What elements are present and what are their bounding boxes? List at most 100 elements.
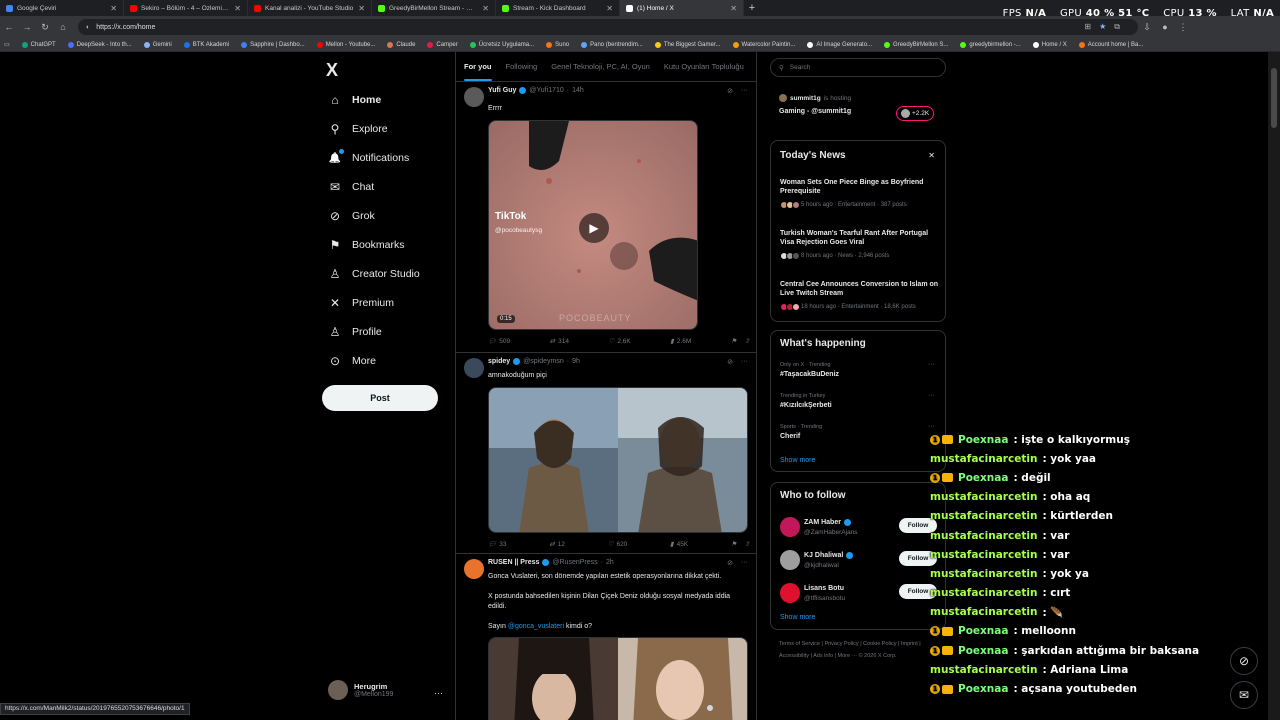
bookmark-icon[interactable]: ⚑ <box>731 540 737 548</box>
browser-tab[interactable]: Kanal analizi - YouTube Studio ✕ <box>248 0 372 16</box>
browser-tab[interactable]: GreedyBirMellon Stream - Watch Liv... ✕ <box>372 0 496 16</box>
tweet-avatar[interactable] <box>464 358 484 378</box>
tab-close-icon[interactable]: ✕ <box>482 4 489 13</box>
extensions-icon[interactable]: ⧉ <box>1114 22 1120 32</box>
scrollbar-thumb[interactable] <box>1271 68 1277 128</box>
footer-links[interactable]: Terms of Service | Privacy Policy | Cook… <box>779 638 939 662</box>
nav-item-more[interactable]: ⊙ More <box>328 351 376 371</box>
tweet-author-name[interactable]: spidey <box>488 358 510 365</box>
post-button[interactable]: Post <box>322 385 438 411</box>
tweet-images[interactable] <box>488 637 748 720</box>
tweet-image-right[interactable] <box>618 388 747 533</box>
chat-float-icon[interactable]: ✉ <box>1230 681 1258 709</box>
url-text[interactable]: https://x.com/home <box>96 24 155 31</box>
forward-icon[interactable]: → <box>18 22 36 32</box>
mention-link[interactable]: @gonca_vuslateri <box>508 623 564 630</box>
tab-close-icon[interactable]: ✕ <box>730 4 737 13</box>
account-switcher[interactable]: Herugrim @Mellon199 <box>328 680 393 700</box>
nav-item-notifications[interactable]: 🔔 Notifications <box>328 148 409 168</box>
browser-menu-icon[interactable]: ⋮ <box>1174 22 1192 33</box>
news-headline[interactable]: Turkish Woman's Tearful Rant After Portu… <box>780 229 940 247</box>
trend-name[interactable]: Cherif <box>780 433 800 440</box>
bookmark-item[interactable]: DeepSeek - Into th... <box>67 41 132 48</box>
tab-community-boardgames[interactable]: Kutu Oyunları Topluluğu <box>664 62 744 71</box>
suggestion-name[interactable]: ZAM Haber <box>804 519 851 526</box>
tweet-time[interactable]: 9h <box>572 358 580 365</box>
download-icon[interactable]: ⇩ <box>1138 22 1156 33</box>
bookmark-item[interactable]: Suno <box>546 41 569 48</box>
bookmark-item[interactable]: Pano (bentrendim... <box>581 41 643 48</box>
bookmark-item[interactable]: BTK Akademi <box>183 41 229 48</box>
host-name[interactable]: summit1g <box>790 95 821 102</box>
bookmark-item[interactable]: Sapphire | Dashbo... <box>241 41 305 48</box>
grok-float-icon[interactable]: ⊘ <box>1230 647 1258 675</box>
suggestion-avatar[interactable] <box>780 517 800 537</box>
suggestion-name[interactable]: KJ Dhaliwal <box>804 552 854 559</box>
tweet-author-handle[interactable]: @RusenPress <box>552 559 597 566</box>
search-input[interactable]: ⚲ Search <box>770 58 946 77</box>
site-info-icon[interactable]: ◐ <box>86 24 90 31</box>
grok-explain-icon[interactable]: ⊘ <box>727 358 733 366</box>
live-host-card[interactable]: summit1g is hosting Gaming - @summit1g +… <box>770 82 946 130</box>
profile-avatar-icon[interactable]: ● <box>1156 22 1174 32</box>
suggestion-avatar[interactable] <box>780 583 800 603</box>
new-tab-button[interactable]: + <box>744 2 760 14</box>
share-icon[interactable]: ⇧ <box>745 540 750 548</box>
bookmark-item[interactable]: Camper <box>427 41 458 48</box>
news-headline[interactable]: Woman Sets One Piece Binge as Boyfriend … <box>780 178 940 196</box>
nav-item-grok[interactable]: ⊘ Grok <box>328 206 375 226</box>
show-more-link[interactable]: Show more <box>780 457 815 464</box>
bookmark-item[interactable]: The Biggest Gamer... <box>654 41 721 48</box>
views-button[interactable]: ▮ 45K <box>670 540 688 549</box>
play-button-icon[interactable]: ▶ <box>579 213 609 243</box>
tab-close-icon[interactable]: ✕ <box>358 4 365 13</box>
tweet-image-left[interactable] <box>489 388 618 533</box>
like-button[interactable]: ♡ 2.6K <box>609 337 631 346</box>
tweet-image-left[interactable] <box>489 638 618 720</box>
tweet-time[interactable]: 14h <box>572 87 584 94</box>
bookmark-item[interactable]: Claude <box>387 41 415 48</box>
trend-more-icon[interactable]: ··· <box>928 361 935 368</box>
tab-close-icon[interactable]: ✕ <box>606 4 613 13</box>
trend-name[interactable]: #TaşacakBuDeniz <box>780 371 839 378</box>
bookmark-item[interactable]: ChatGPT <box>21 41 56 48</box>
reply-button[interactable]: 💬︎ 33 <box>488 540 507 549</box>
bookmark-item[interactable]: Ücretsiz Uygulama... <box>469 41 534 48</box>
bookmark-item[interactable]: Account home | Ba... <box>1078 41 1143 48</box>
bookmark-item[interactable]: Mellon - Youtube... <box>316 41 375 48</box>
tweet[interactable]: spidey @spideymsn · 9h ⊘ ··· amnakoduğum… <box>456 354 756 554</box>
bookmark-item[interactable]: Gemini <box>143 41 172 48</box>
tweet-author-name[interactable]: RUSEN || Press <box>488 559 539 566</box>
back-icon[interactable]: ← <box>0 22 18 32</box>
tab-community-tech[interactable]: Genel Teknoloji, PC, AI, Oyun <box>551 62 650 71</box>
news-headline[interactable]: Central Cee Announces Conversion to Isla… <box>780 280 940 298</box>
tweet-avatar[interactable] <box>464 559 484 579</box>
tweet-author-handle[interactable]: @spideymsn <box>523 358 564 365</box>
repost-button[interactable]: ⇄ 314 <box>550 337 569 346</box>
like-button[interactable]: ♡ 620 <box>608 540 628 549</box>
suggestion-name[interactable]: Lisans Botu <box>804 585 844 592</box>
tab-close-icon[interactable]: ✕ <box>110 4 117 13</box>
tweet-avatar[interactable] <box>464 87 484 107</box>
tweet-more-icon[interactable]: ··· <box>741 87 748 95</box>
tweet[interactable]: RUSEN || Press @RusenPress · 2h ⊘ ··· Go… <box>456 555 756 720</box>
grok-explain-icon[interactable]: ⊘ <box>727 87 733 95</box>
nav-item-home[interactable]: ⌂ Home <box>328 90 381 110</box>
trend-name[interactable]: #KızılcıkŞerbeti <box>780 402 832 409</box>
tweet-author-name[interactable]: Yufi Guy <box>488 87 516 94</box>
repost-button[interactable]: ⇄ 12 <box>549 540 565 549</box>
account-more-icon[interactable]: ··· <box>434 688 443 698</box>
browser-tab[interactable]: Stream - Kick Dashboard ✕ <box>496 0 620 16</box>
tab-for-you[interactable]: For you <box>464 62 492 81</box>
browser-tab[interactable]: (1) Home / X ✕ <box>620 0 744 16</box>
tweet-video[interactable]: TikTok @pocobeautysg ▶ POCOBEAUTY 0:15 <box>488 120 698 330</box>
nav-item-explore[interactable]: ⚲ Explore <box>328 119 388 139</box>
bookmark-item[interactable]: AI Image Generato... <box>807 41 872 48</box>
live-listeners-badge[interactable]: +2.2K <box>896 106 935 121</box>
browser-tab[interactable]: Sekiro – Bölüm - 4 – Özlemiğim !!! ✕ <box>124 0 248 16</box>
trend-more-icon[interactable]: ··· <box>928 423 935 430</box>
x-logo-icon[interactable]: X <box>326 60 338 81</box>
bookmark-item[interactable]: Home / X <box>1032 41 1067 48</box>
nav-item-profile[interactable]: ♙ Profile <box>328 322 382 342</box>
bookmark-item[interactable]: greedybirmellon -... <box>960 41 1021 48</box>
